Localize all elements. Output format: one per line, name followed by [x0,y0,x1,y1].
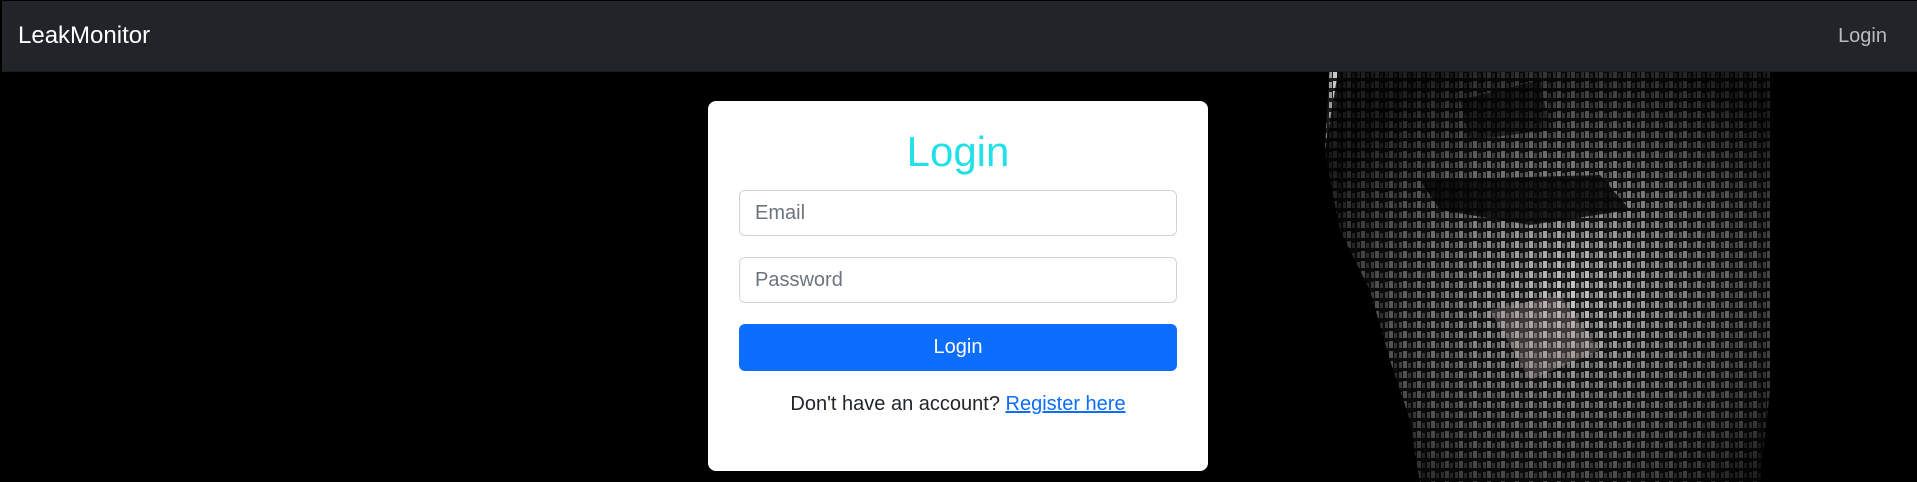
password-input[interactable] [739,257,1177,303]
hero-portrait-image [1325,60,1770,482]
login-title: Login [906,128,1010,175]
register-prompt-line: Don't have an account? Register here [708,393,1208,416]
email-input[interactable] [739,190,1177,236]
login-card: Login Login Don't have an account? Regis… [708,101,1208,471]
page: LeakMonitor Login Login Login [0,0,1917,482]
nav-login-link[interactable]: Login [1838,1,1887,71]
login-submit-button[interactable]: Login [739,324,1177,371]
top-navbar: LeakMonitor Login [2,1,1917,72]
register-link[interactable]: Register here [1006,393,1126,415]
brand-logo-link[interactable]: LeakMonitor [18,1,150,71]
register-prompt-text: Don't have an account? [790,393,1000,415]
